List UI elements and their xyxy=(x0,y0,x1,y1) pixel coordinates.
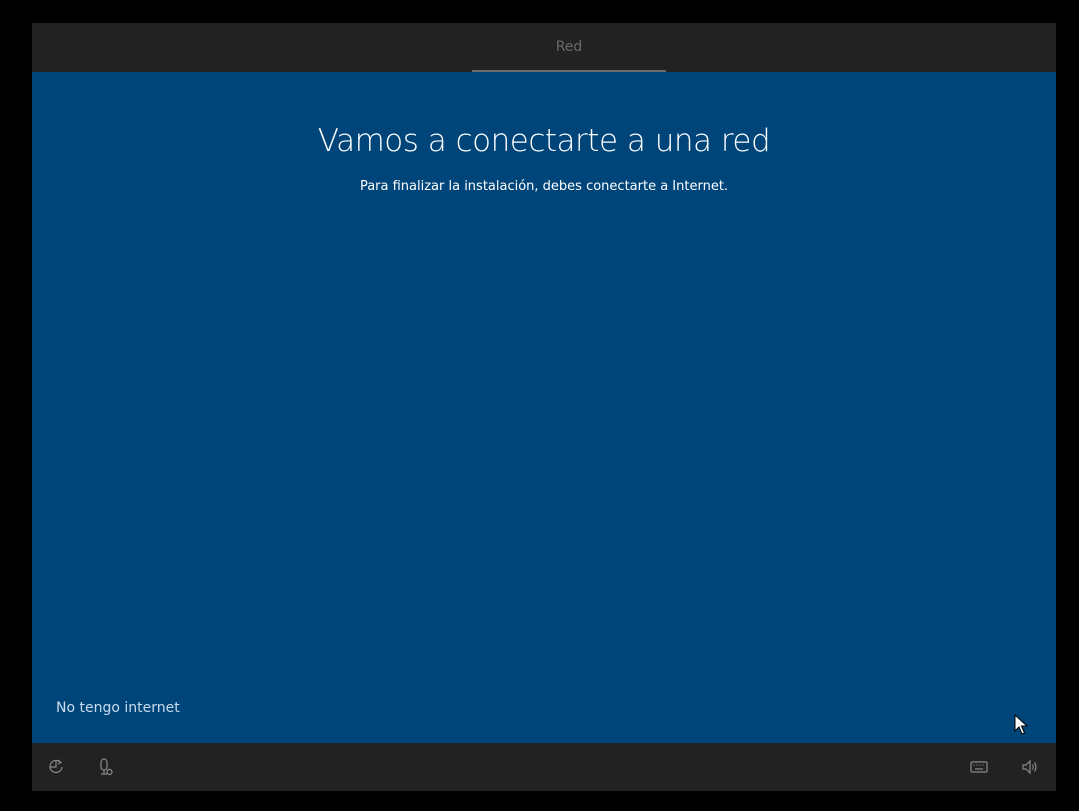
no-internet-link[interactable]: No tengo internet xyxy=(56,700,180,716)
keyboard-icon[interactable] xyxy=(969,757,989,777)
microphone-icon[interactable] xyxy=(95,757,115,777)
top-bar: Red xyxy=(32,23,1056,72)
bottom-bar xyxy=(32,743,1056,791)
oobe-window: Red Vamos a conectarte a una red Para fi… xyxy=(32,23,1056,791)
tab-network: Red xyxy=(472,23,666,72)
page-subtitle: Para finalizar la instalación, debes con… xyxy=(359,179,729,194)
ease-of-access-icon[interactable] xyxy=(46,757,66,777)
page-title: Vamos a conectarte a una red xyxy=(317,123,771,159)
volume-icon[interactable] xyxy=(1020,757,1040,777)
mouse-pointer-icon xyxy=(1014,713,1029,736)
